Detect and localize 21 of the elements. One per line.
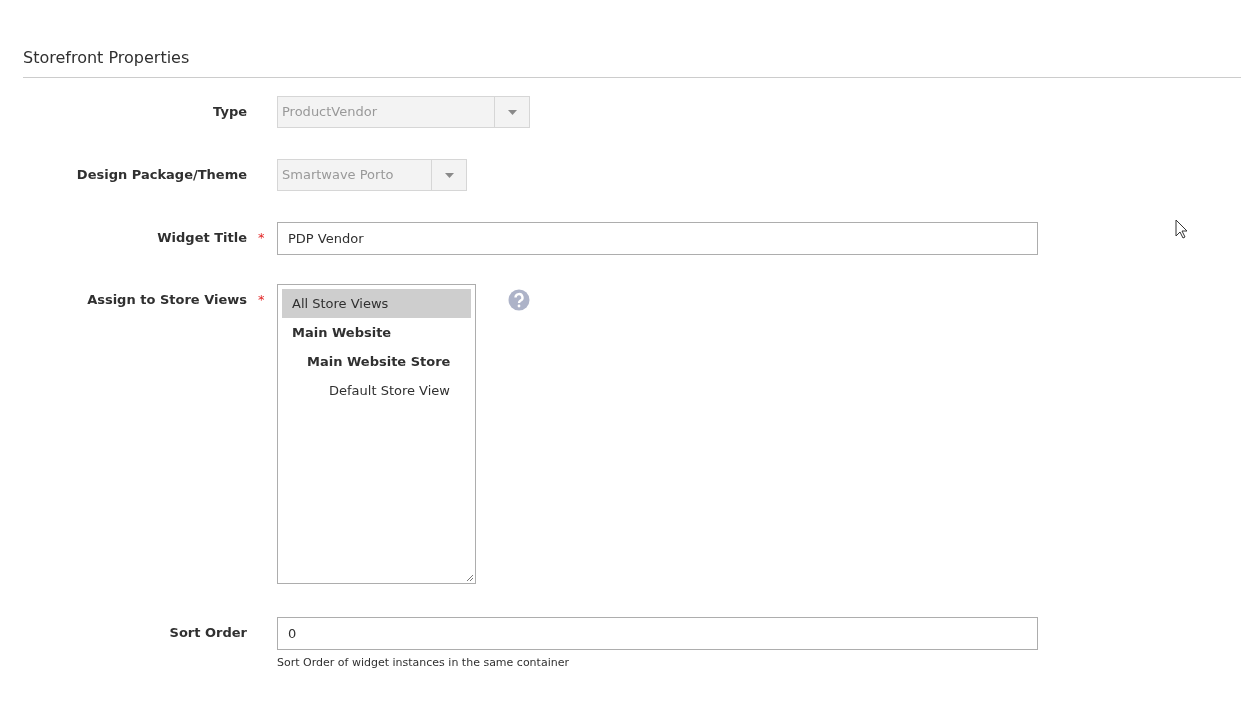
caret-icon bbox=[507, 109, 517, 115]
text-field[interactable]: PDP Vendor bbox=[277, 222, 1038, 255]
help-icon[interactable] bbox=[508, 289, 530, 311]
caret-icon bbox=[444, 172, 454, 178]
field-label: Type bbox=[212, 103, 247, 119]
section-title: Storefront Properties bbox=[23, 48, 1241, 78]
field-label: Sort Order bbox=[168, 624, 247, 640]
resize-handle-icon bbox=[466, 574, 474, 582]
store-views-listbox[interactable]: All Store Views Main Website Main Website Store Default Store View bbox=[277, 284, 476, 584]
required-asterisk: * bbox=[257, 229, 265, 245]
field-label: Design Package/Theme bbox=[75, 166, 247, 182]
mouse-pointer-icon bbox=[1175, 219, 1189, 239]
field-note: Sort Order of widget instances in the same container bbox=[277, 656, 569, 669]
store-view-option[interactable]: All Store Views bbox=[282, 289, 471, 318]
field-label: Assign to Store Views bbox=[86, 291, 247, 307]
field-label: Widget Title bbox=[156, 229, 247, 245]
store-view-option[interactable]: Main Website bbox=[282, 318, 471, 347]
store-view-option[interactable]: Default Store View bbox=[282, 376, 471, 405]
text-field[interactable]: 0 bbox=[277, 617, 1038, 650]
required-asterisk: * bbox=[257, 291, 265, 307]
store-view-option[interactable]: Main Website Store bbox=[282, 347, 471, 376]
